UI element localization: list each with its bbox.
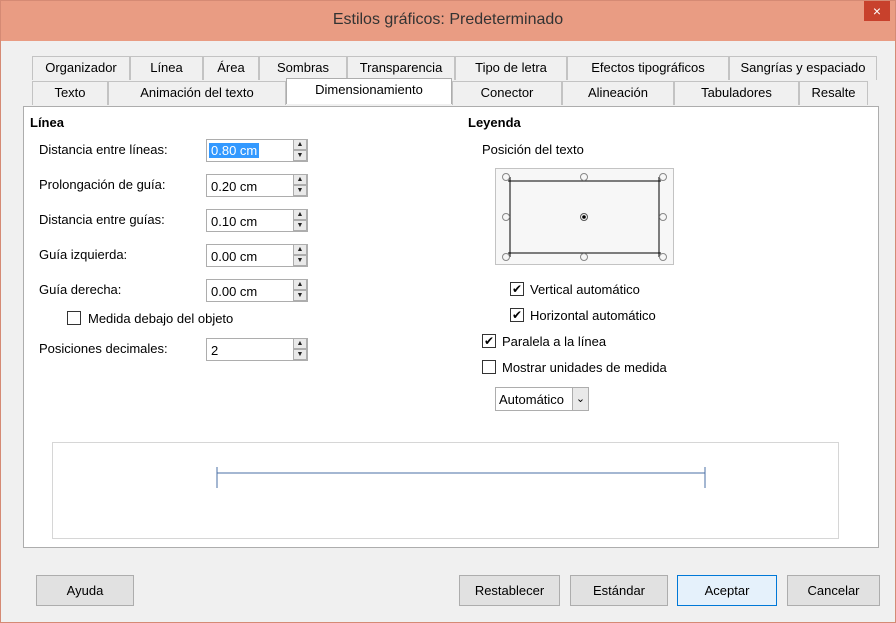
line-distance-label: Distancia entre líneas: bbox=[39, 142, 168, 157]
tab-animacion-texto[interactable]: Animación del texto bbox=[108, 81, 286, 105]
spin-down-icon[interactable]: ▼ bbox=[293, 349, 307, 360]
line-section-heading: Línea bbox=[30, 115, 64, 130]
tab-dimensionamiento[interactable]: Dimensionamiento bbox=[286, 78, 452, 104]
tab-efectos-tipograficos[interactable]: Efectos tipográficos bbox=[567, 56, 729, 80]
tab-tabuladores[interactable]: Tabuladores bbox=[674, 81, 799, 105]
guide-distance-spinbox[interactable]: 0.10 cm ▲ ▼ bbox=[206, 209, 308, 232]
text-position-label: Posición del texto bbox=[482, 142, 584, 157]
standard-button[interactable]: Estándar bbox=[570, 575, 668, 606]
reset-button[interactable]: Restablecer bbox=[459, 575, 560, 606]
horizontal-auto-checkbox[interactable]: ✔ bbox=[510, 308, 524, 322]
guide-overhang-value[interactable]: 0.20 cm bbox=[211, 179, 257, 194]
text-position-selector[interactable] bbox=[495, 168, 674, 265]
parallel-line-label[interactable]: Paralela a la línea bbox=[502, 334, 606, 349]
spin-down-icon[interactable]: ▼ bbox=[293, 150, 307, 161]
line-distance-value[interactable]: 0.80 cm bbox=[209, 143, 260, 158]
dialog-window: Estilos gráficos: Predeterminado × Organ… bbox=[0, 0, 896, 623]
decimal-places-spin-buttons[interactable]: ▲ ▼ bbox=[293, 338, 307, 361]
ok-button[interactable]: Aceptar bbox=[677, 575, 777, 606]
unit-select[interactable]: Automático ⌄ bbox=[495, 387, 589, 411]
spin-up-icon[interactable]: ▲ bbox=[293, 174, 307, 185]
left-guide-value[interactable]: 0.00 cm bbox=[211, 249, 257, 264]
right-guide-label: Guía derecha: bbox=[39, 282, 122, 297]
spin-down-icon[interactable]: ▼ bbox=[293, 185, 307, 196]
guide-overhang-spin-buttons[interactable]: ▲ ▼ bbox=[293, 174, 307, 197]
line-distance-spin-buttons[interactable]: ▲ ▼ bbox=[293, 139, 307, 162]
chevron-down-icon[interactable]: ⌄ bbox=[572, 388, 588, 410]
left-guide-label: Guía izquierda: bbox=[39, 247, 128, 262]
show-units-checkbox[interactable] bbox=[482, 360, 496, 374]
unit-select-value[interactable]: Automático bbox=[499, 392, 564, 407]
tab-conector[interactable]: Conector bbox=[452, 81, 562, 105]
below-object-checkbox[interactable] bbox=[67, 311, 81, 325]
tab-sangrias-espaciado[interactable]: Sangrías y espaciado bbox=[729, 56, 877, 80]
decimal-places-value[interactable]: 2 bbox=[211, 343, 218, 358]
right-guide-value[interactable]: 0.00 cm bbox=[211, 284, 257, 299]
guide-overhang-label: Prolongación de guía: bbox=[39, 177, 166, 192]
line-distance-spinbox[interactable]: 0.80 cm ▲ ▼ bbox=[206, 139, 308, 162]
tab-resalte[interactable]: Resalte bbox=[799, 81, 868, 105]
spin-up-icon[interactable]: ▲ bbox=[293, 244, 307, 255]
horizontal-auto-label[interactable]: Horizontal automático bbox=[530, 308, 656, 323]
right-guide-spin-buttons[interactable]: ▲ ▼ bbox=[293, 279, 307, 302]
window-title: Estilos gráficos: Predeterminado bbox=[332, 11, 564, 28]
spin-down-icon[interactable]: ▼ bbox=[293, 255, 307, 266]
spin-up-icon[interactable]: ▲ bbox=[293, 338, 307, 349]
spin-up-icon[interactable]: ▲ bbox=[293, 209, 307, 220]
tab-sombras[interactable]: Sombras bbox=[259, 56, 347, 80]
tab-transparencia[interactable]: Transparencia bbox=[347, 56, 455, 80]
spin-up-icon[interactable]: ▲ bbox=[293, 279, 307, 290]
tab-tipo-letra[interactable]: Tipo de letra bbox=[455, 56, 567, 80]
tab-alineacion[interactable]: Alineación bbox=[562, 81, 674, 105]
help-button[interactable]: Ayuda bbox=[36, 575, 134, 606]
guide-overhang-spinbox[interactable]: 0.20 cm ▲ ▼ bbox=[206, 174, 308, 197]
parallel-line-checkbox[interactable]: ✔ bbox=[482, 334, 496, 348]
spin-up-icon[interactable]: ▲ bbox=[293, 139, 307, 150]
legend-section-heading: Leyenda bbox=[468, 115, 521, 130]
guide-distance-label: Distancia entre guías: bbox=[39, 212, 165, 227]
spin-down-icon[interactable]: ▼ bbox=[293, 220, 307, 231]
tab-area[interactable]: Área bbox=[203, 56, 259, 80]
guide-distance-spin-buttons[interactable]: ▲ ▼ bbox=[293, 209, 307, 232]
tab-panel: Línea Distancia entre líneas: 0.80 cm ▲ … bbox=[23, 106, 879, 548]
decimal-places-label: Posiciones decimales: bbox=[39, 341, 168, 356]
decimal-places-spinbox[interactable]: 2 ▲ ▼ bbox=[206, 338, 308, 361]
left-guide-spinbox[interactable]: 0.00 cm ▲ ▼ bbox=[206, 244, 308, 267]
left-guide-spin-buttons[interactable]: ▲ ▼ bbox=[293, 244, 307, 267]
below-object-label[interactable]: Medida debajo del objeto bbox=[88, 311, 233, 326]
title-bar[interactable]: Estilos gráficos: Predeterminado × bbox=[1, 1, 895, 41]
vertical-auto-checkbox[interactable]: ✔ bbox=[510, 282, 524, 296]
tab-texto[interactable]: Texto bbox=[32, 81, 108, 105]
text-position-grid-icon[interactable] bbox=[496, 169, 673, 264]
dialog-client: Organizador Línea Área Sombras Transpare… bbox=[9, 41, 887, 618]
right-guide-spinbox[interactable]: 0.00 cm ▲ ▼ bbox=[206, 279, 308, 302]
dimension-line-preview-icon bbox=[216, 467, 706, 488]
spin-down-icon[interactable]: ▼ bbox=[293, 290, 307, 301]
guide-distance-value[interactable]: 0.10 cm bbox=[211, 214, 257, 229]
cancel-button[interactable]: Cancelar bbox=[787, 575, 880, 606]
tab-linea[interactable]: Línea bbox=[130, 56, 203, 80]
close-button[interactable]: × bbox=[864, 1, 890, 21]
tab-organizador[interactable]: Organizador bbox=[32, 56, 130, 80]
show-units-label[interactable]: Mostrar unidades de medida bbox=[502, 360, 667, 375]
vertical-auto-label[interactable]: Vertical automático bbox=[530, 282, 640, 297]
dimension-preview bbox=[52, 442, 839, 539]
